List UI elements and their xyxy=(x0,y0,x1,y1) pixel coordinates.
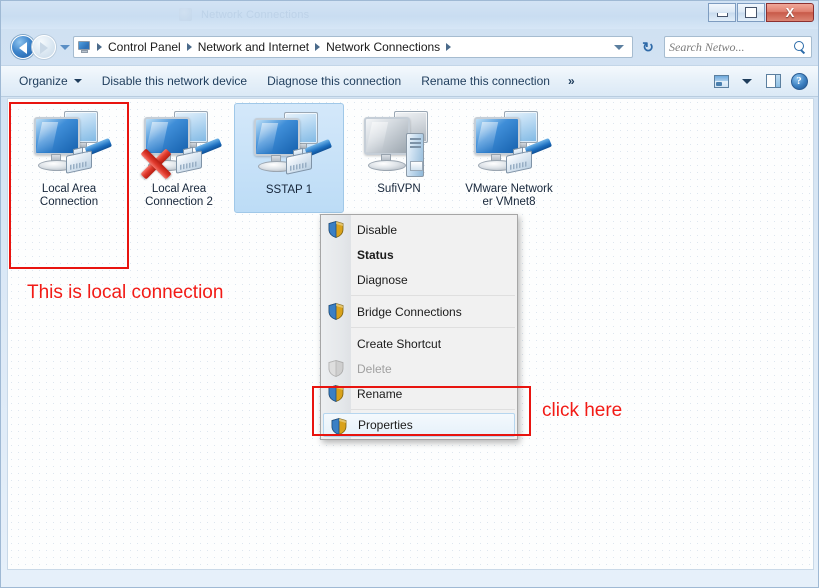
connection-label-line1: VMware Network xyxy=(465,183,553,195)
disable-device-button[interactable]: Disable this network device xyxy=(92,70,257,92)
window-controls: X xyxy=(708,3,814,22)
context-menu-item-create-shortcut[interactable]: Create Shortcut xyxy=(321,331,517,356)
address-dropdown-icon[interactable] xyxy=(614,44,624,50)
context-menu-label: Create Shortcut xyxy=(357,336,442,351)
vpn-computer-icon xyxy=(356,107,442,179)
search-box[interactable]: Search Netwo... xyxy=(664,36,812,58)
context-menu-label: Disable xyxy=(357,222,398,237)
context-menu-item-bridge-connections[interactable]: Bridge Connections xyxy=(321,299,517,324)
uac-shield-icon xyxy=(331,418,347,435)
breadcrumb-separator-icon xyxy=(186,43,192,51)
minimize-button[interactable] xyxy=(708,3,736,22)
context-menu-label: Diagnose xyxy=(357,272,408,287)
command-toolbar: Organize Disable this network device Dia… xyxy=(1,65,818,97)
breadcrumb-network-and-internet[interactable]: Network and Internet xyxy=(194,38,313,56)
breadcrumb-network-connections[interactable]: Network Connections xyxy=(322,38,444,56)
address-bar[interactable]: Control Panel Network and Internet Netwo… xyxy=(73,36,633,82)
context-menu-separator xyxy=(351,295,515,296)
navigation-bar: Control Panel Network and Internet Netwo… xyxy=(1,29,818,82)
connection-label-line1: SufiVPN xyxy=(377,183,421,195)
close-button[interactable]: X xyxy=(766,3,814,22)
chevron-down-icon xyxy=(73,79,82,83)
context-menu-label: Properties xyxy=(358,418,413,432)
window-icon xyxy=(179,8,192,21)
network-computer-icon xyxy=(466,107,553,179)
connection-item-sstap-1[interactable]: SSTAP 1 xyxy=(234,103,344,213)
title-bar: Network Connections X xyxy=(1,1,818,29)
connection-label: SufiVPN xyxy=(345,183,453,196)
connection-label-line1: SSTAP 1 xyxy=(265,184,313,196)
red-x-error-icon xyxy=(138,147,172,181)
recent-pages-chevron-icon[interactable] xyxy=(60,44,70,50)
search-input[interactable]: Search Netwo... xyxy=(669,40,794,55)
connection-item-vmware-vmnet8[interactable]: VMware Network er VMnet8 xyxy=(454,103,564,213)
preview-pane-button[interactable] xyxy=(761,70,785,92)
context-menu-label: Status xyxy=(357,247,394,262)
uac-shield-icon xyxy=(328,221,344,238)
context-menu-item-status[interactable]: Status xyxy=(321,242,517,267)
context-menu-item-delete: Delete xyxy=(321,356,517,381)
context-menu-item-diagnose[interactable]: Diagnose xyxy=(321,267,517,292)
connection-label-line1: Local Area xyxy=(151,183,207,195)
connection-label-line2: er VMnet8 xyxy=(482,196,536,208)
context-menu-label: Rename xyxy=(357,386,403,401)
refresh-button[interactable]: ↻ xyxy=(636,36,660,58)
context-menu-item-properties[interactable]: Properties xyxy=(323,413,515,437)
explorer-window: Network Connections X Control Panel Netw… xyxy=(0,0,819,588)
diagnose-connection-button[interactable]: Diagnose this connection xyxy=(257,70,411,92)
context-menu-item-rename[interactable]: Rename xyxy=(321,381,517,406)
context-menu-separator xyxy=(351,327,515,328)
connection-label: Local Area Connection 2 xyxy=(125,183,233,209)
toolbar-overflow-button[interactable]: » xyxy=(560,70,583,92)
uac-shield-icon xyxy=(328,385,344,402)
connection-label: VMware Network er VMnet8 xyxy=(455,183,563,209)
refresh-icon: ↻ xyxy=(642,39,654,55)
network-location-icon xyxy=(77,39,124,82)
connection-label-line2: Connection 2 xyxy=(145,196,213,208)
context-menu-label: Bridge Connections xyxy=(357,304,462,319)
help-button[interactable]: ? xyxy=(787,70,811,92)
connection-label-line1: Local Area xyxy=(41,183,97,195)
network-computer-icon xyxy=(246,108,333,180)
breadcrumb-separator-icon xyxy=(97,43,102,51)
search-icon xyxy=(794,40,807,54)
network-computer-icon xyxy=(26,107,113,179)
uac-shield-icon xyxy=(328,360,344,377)
breadcrumb-separator-icon xyxy=(446,43,452,51)
vpn-server-tower-icon xyxy=(406,133,424,177)
connection-icon-grid: Local Area Connection Local Area Connect… xyxy=(8,103,813,213)
connection-label-line2: Connection xyxy=(39,196,99,208)
organize-label: Organize xyxy=(19,74,68,88)
preview-pane-icon xyxy=(765,74,781,88)
change-view-button[interactable] xyxy=(709,70,733,92)
rename-connection-button[interactable]: Rename this connection xyxy=(411,70,560,92)
maximize-button[interactable] xyxy=(737,3,765,22)
network-computer-error-icon xyxy=(136,107,223,181)
connection-label: SSTAP 1 xyxy=(235,184,343,197)
connection-item-local-area-connection-2[interactable]: Local Area Connection 2 xyxy=(124,103,234,213)
context-menu-item-disable[interactable]: Disable xyxy=(321,217,517,242)
forward-button[interactable] xyxy=(32,35,56,59)
view-dropdown-button[interactable] xyxy=(735,70,759,92)
annotation-text-local-connection: This is local connection xyxy=(27,282,224,303)
connection-item-local-area-connection[interactable]: Local Area Connection xyxy=(14,103,124,213)
organize-button[interactable]: Organize xyxy=(9,70,92,92)
breadcrumb-separator-icon xyxy=(315,43,321,51)
uac-shield-icon xyxy=(328,303,344,320)
connection-item-sufivpn[interactable]: SufiVPN xyxy=(344,103,454,213)
chevron-down-icon xyxy=(742,78,752,84)
window-title: Network Connections xyxy=(201,9,310,21)
context-menu-label: Delete xyxy=(357,361,392,376)
context-menu-separator xyxy=(351,409,515,410)
connection-label: Local Area Connection xyxy=(15,183,123,209)
annotation-text-click-here: click here xyxy=(542,400,623,421)
context-menu[interactable]: Disable Status Diagnose Bridge Connectio… xyxy=(320,214,518,440)
breadcrumb-control-panel[interactable]: Control Panel xyxy=(104,38,185,56)
help-icon: ? xyxy=(790,72,808,90)
view-options-icon xyxy=(713,74,729,88)
